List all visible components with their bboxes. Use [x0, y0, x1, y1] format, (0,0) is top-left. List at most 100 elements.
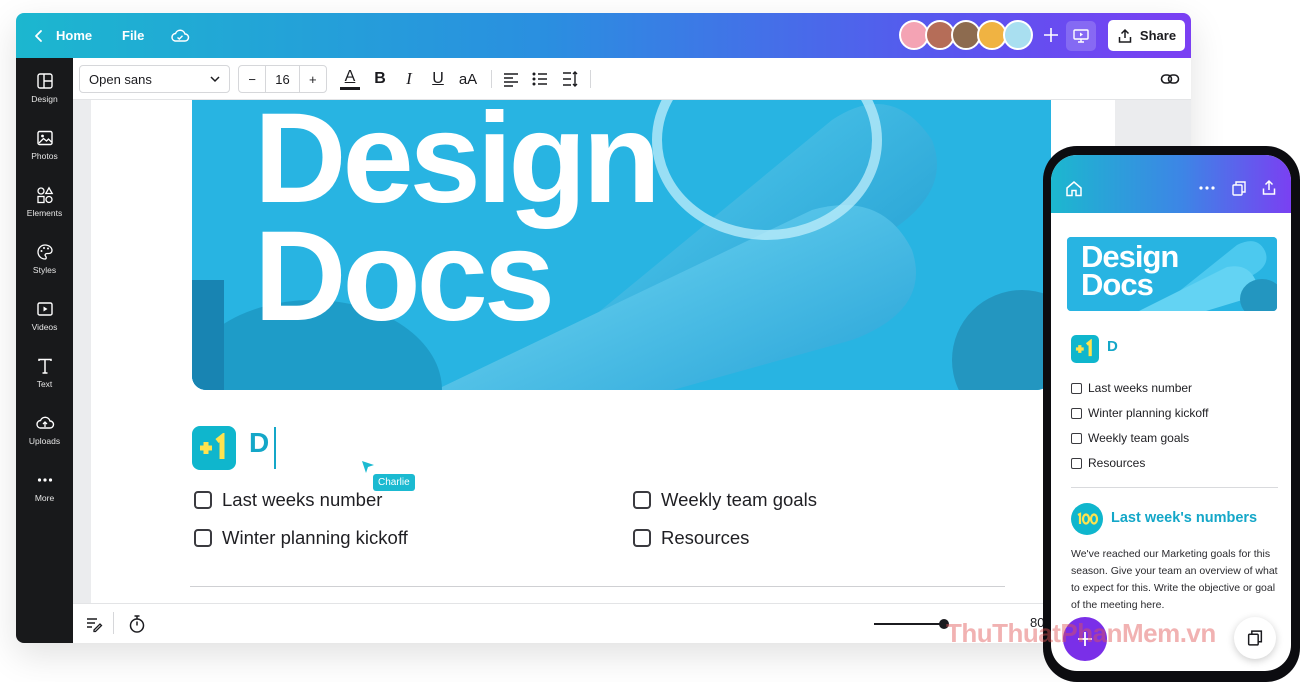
watermark-text: ThuThuatPhanMem.vn	[946, 618, 1216, 648]
bold-icon: B	[374, 70, 386, 87]
underline-button[interactable]: U	[425, 65, 451, 93]
align-button[interactable]	[498, 65, 524, 93]
checkbox[interactable]	[194, 491, 212, 509]
sidebar-item-photos[interactable]: Photos	[16, 125, 73, 175]
toolbar-divider	[590, 70, 591, 88]
sidebar-item-more[interactable]: More	[16, 467, 73, 517]
checkbox[interactable]	[1071, 457, 1082, 469]
checklist-item-label: Last weeks number	[222, 489, 383, 510]
checklist-item-label: Winter planning kickoff	[222, 527, 408, 548]
text-caret	[274, 427, 276, 469]
collaborator-pointer-icon	[362, 461, 374, 473]
mobile-divider	[1071, 487, 1278, 488]
avatar[interactable]	[1003, 20, 1033, 50]
mobile-checklist-item[interactable]: Last weeks number	[1071, 381, 1192, 395]
spacing-button[interactable]	[557, 65, 583, 93]
design-icon	[36, 73, 53, 89]
sidebar-item-label: Videos	[31, 322, 58, 332]
pages-icon	[1247, 630, 1263, 646]
mobile-checklist-item[interactable]: Winter planning kickoff	[1071, 406, 1209, 420]
file-menu-button[interactable]: File	[122, 13, 144, 58]
home-button[interactable]: Home	[32, 13, 92, 58]
font-size-decrease-button[interactable]: −	[239, 66, 265, 92]
font-size-input[interactable]: 16	[265, 66, 300, 92]
sidebar-item-design[interactable]: Design	[16, 68, 73, 118]
checklist-item[interactable]: Last weeks number	[194, 489, 382, 511]
checklist-item-label: Weekly team goals	[661, 489, 817, 510]
file-label: File	[122, 28, 145, 43]
plus-glyph: +	[309, 71, 317, 87]
notes-button[interactable]	[85, 615, 103, 638]
top-bar: Home File Share	[16, 13, 1191, 58]
align-left-icon	[504, 73, 518, 87]
sidebar-item-label: Styles	[32, 265, 57, 275]
timer-icon	[129, 615, 145, 633]
hero-title: Design Docs	[254, 100, 661, 341]
text-color-button[interactable]: A	[337, 65, 363, 93]
checklist-item-label: Resources	[1088, 456, 1146, 470]
mobile-heading-text[interactable]: D	[1107, 338, 1118, 355]
checkbox[interactable]	[1071, 407, 1082, 419]
checklist-item[interactable]: Winter planning kickoff	[194, 527, 408, 549]
checkbox[interactable]	[1071, 432, 1082, 444]
timer-button[interactable]	[128, 614, 146, 639]
chevron-down-icon	[210, 76, 220, 83]
sidebar-item-videos[interactable]: Videos	[16, 296, 73, 346]
checkbox[interactable]	[194, 529, 212, 547]
sidebar-item-text[interactable]: Text	[16, 353, 73, 403]
underline-icon: U	[432, 70, 444, 87]
plus-one-glyph	[200, 433, 225, 459]
zoom-slider-track[interactable]	[874, 623, 944, 625]
editor-window: Home File Share Design Photos Elements S…	[16, 13, 1191, 643]
heading-text[interactable]: D	[249, 427, 269, 459]
line-spacing-icon	[563, 71, 578, 87]
share-upload-icon[interactable]	[1261, 179, 1277, 196]
link-button[interactable]	[1157, 65, 1183, 93]
italic-button[interactable]: I	[396, 65, 422, 93]
home-icon[interactable]	[1065, 180, 1083, 197]
styles-icon	[36, 244, 53, 260]
sidebar-item-uploads[interactable]: Uploads	[16, 410, 73, 460]
document-page[interactable]: Design Docs D Charlie Last weeks number	[91, 100, 1115, 603]
sidebar-item-label: Photos	[31, 151, 58, 161]
font-family-value: Open sans	[89, 71, 152, 87]
sidebar-item-label: More	[34, 493, 55, 503]
font-size-increase-button[interactable]: +	[300, 66, 326, 92]
mobile-checklist-item[interactable]: Resources	[1071, 456, 1145, 470]
checklist-item-label: Resources	[661, 527, 750, 548]
mobile-pages-button[interactable]	[1234, 617, 1276, 659]
bold-button[interactable]: B	[367, 65, 393, 93]
mobile-screen: Design Docs D Last weeks number Winter p…	[1051, 155, 1291, 671]
mobile-top-bar	[1051, 155, 1291, 213]
sidebar-item-styles[interactable]: Styles	[16, 239, 73, 289]
more-icon	[37, 478, 52, 482]
text-color-swatch	[340, 86, 360, 90]
mobile-checklist-item[interactable]: Weekly team goals	[1071, 431, 1189, 445]
cloud-save-button[interactable]	[170, 13, 190, 58]
checkbox[interactable]	[633, 491, 651, 509]
share-button[interactable]: Share	[1108, 20, 1185, 51]
sidebar-item-elements[interactable]: Elements	[16, 182, 73, 232]
link-icon	[1160, 74, 1180, 84]
present-button[interactable]	[1066, 21, 1096, 51]
hero-banner-image[interactable]: Design Docs	[192, 100, 1051, 390]
checkbox[interactable]	[1071, 382, 1082, 394]
list-button[interactable]	[527, 65, 553, 93]
pages-icon[interactable]	[1231, 180, 1247, 197]
mobile-plus-one-sticker-icon[interactable]	[1071, 335, 1099, 363]
font-family-select[interactable]: Open sans	[79, 65, 230, 93]
mobile-hero-banner[interactable]: Design Docs	[1067, 237, 1277, 311]
checklist-item[interactable]: Resources	[633, 527, 749, 549]
checklist-item[interactable]: Weekly team goals	[633, 489, 817, 511]
notes-icon	[87, 618, 103, 633]
sidebar-item-label: Design	[31, 94, 58, 104]
left-sidebar: Design Photos Elements Styles Videos Tex…	[16, 58, 73, 643]
mobile-paragraph: We've reached our Marketing goals for th…	[1071, 548, 1278, 611]
letter-case-button[interactable]: aA	[455, 65, 481, 93]
add-collaborator-button[interactable]	[1037, 21, 1065, 49]
more-icon[interactable]	[1199, 186, 1215, 190]
mobile-hero-title-line-2: Docs	[1081, 267, 1154, 302]
checkbox[interactable]	[633, 529, 651, 547]
text-icon	[37, 358, 52, 374]
plus-one-sticker-icon[interactable]	[192, 426, 236, 470]
